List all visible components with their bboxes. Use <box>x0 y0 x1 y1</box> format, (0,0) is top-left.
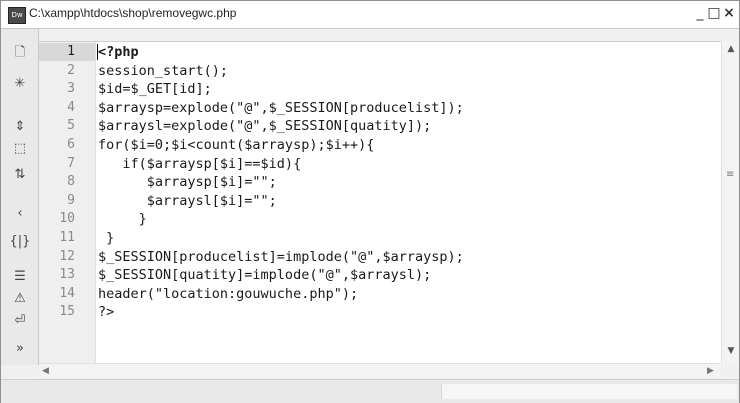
window-title: C:\xampp\htdocs\shop\removegwc.php <box>29 6 237 20</box>
highlight-invalid-icon[interactable]: ⚠ <box>8 289 32 309</box>
line-number: 12 <box>59 248 75 264</box>
code-hints-icon[interactable]: {|} <box>8 232 32 252</box>
code-line[interactable]: $_SESSION[quatity]=implode("@",$arraysl)… <box>98 266 431 284</box>
code-line[interactable]: $id=$_GET[id]; <box>98 80 212 98</box>
line-number: 6 <box>67 137 75 152</box>
title-bar[interactable]: Dw C:\xampp\htdocs\shop\removegwc.php _ … <box>1 1 739 29</box>
line-number: 1 <box>67 44 75 59</box>
code-line[interactable]: <?php <box>98 43 139 61</box>
code-line[interactable]: ?> <box>98 303 114 321</box>
code-line[interactable]: $arraysl=explode("@",$_SESSION[quatity])… <box>98 117 431 135</box>
maximize-button[interactable]: □ <box>707 4 721 22</box>
code-line[interactable]: for($i=0;$i<count($arraysp);$i++){ <box>98 136 374 154</box>
expand-all-icon[interactable]: ⇕ <box>8 117 32 137</box>
scroll-right-arrow-icon[interactable]: ▶ <box>707 364 714 378</box>
code-line[interactable]: $arraysp=explode("@",$_SESSION[produceli… <box>98 99 464 117</box>
scroll-grip-icon[interactable]: ≡ <box>726 169 734 180</box>
vertical-scrollbar[interactable]: ▲ ≡ ▼ <box>721 41 739 363</box>
line-number: 15 <box>59 304 75 320</box>
coding-toolbar: 🗋 ✳ ⇕ ⬚ ⇅ ‹ {|} ☰ ⚠ ⏎ » <box>1 29 39 365</box>
scroll-left-arrow-icon[interactable]: ◀ <box>42 364 49 378</box>
scroll-down-arrow-icon[interactable]: ▼ <box>726 346 736 356</box>
line-number: 2 <box>67 62 75 78</box>
line-number: 10 <box>59 211 75 227</box>
code-line[interactable]: if($arraysp[$i]==$id){ <box>98 155 301 173</box>
status-bar <box>1 379 739 403</box>
line-number-gutter: 1 2 3 4 5 6 7 8 9 10 11 12 13 14 15 <box>39 42 96 364</box>
line-number: 4 <box>67 99 75 115</box>
balance-braces-icon[interactable]: ⇅ <box>8 165 32 185</box>
code-line[interactable]: $arraysl[$i]=""; <box>98 192 277 210</box>
close-button[interactable]: × <box>722 4 736 22</box>
select-parent-tag-icon[interactable]: ⬚ <box>8 139 32 159</box>
code-editor[interactable]: 1 2 3 4 5 6 7 8 9 10 11 12 13 14 15 <?php session_start… <box>39 41 721 364</box>
line-number: 7 <box>67 155 75 171</box>
line-numbers-icon[interactable]: ☰ <box>8 267 32 287</box>
code-line[interactable]: $arraysp[$i]=""; <box>98 173 277 191</box>
code-line[interactable]: } <box>98 229 114 247</box>
status-segment <box>441 384 737 399</box>
more-tools-icon[interactable]: » <box>8 339 32 359</box>
horizontal-scrollbar[interactable]: ◀ ▶ <box>39 363 721 378</box>
scroll-up-arrow-icon[interactable]: ▲ <box>726 44 736 54</box>
dreamweaver-app-icon: Dw <box>8 7 26 24</box>
line-number: 5 <box>67 118 75 134</box>
editor-window: Dw C:\xampp\htdocs\shop\removegwc.php _ … <box>0 0 740 403</box>
apply-source-formatting-icon[interactable]: ‹ <box>8 204 32 224</box>
code-line[interactable]: $_SESSION[producelist]=implode("@",$arra… <box>98 248 464 266</box>
code-line[interactable]: session_start(); <box>98 62 228 80</box>
line-number: 3 <box>67 81 75 97</box>
minimize-button[interactable]: _ <box>693 4 707 22</box>
line-number: 9 <box>67 192 75 208</box>
code-line[interactable]: } <box>98 210 147 228</box>
line-number: 13 <box>59 267 75 283</box>
word-wrap-icon[interactable]: ⏎ <box>8 311 32 331</box>
code-line[interactable]: header("location:gouwuche.php"); <box>98 285 358 303</box>
line-number: 8 <box>67 174 75 190</box>
line-number: 11 <box>59 230 75 245</box>
open-documents-icon[interactable]: 🗋 <box>8 43 32 63</box>
line-number: 14 <box>59 285 75 301</box>
file-management-icon[interactable]: ✳ <box>8 74 32 94</box>
